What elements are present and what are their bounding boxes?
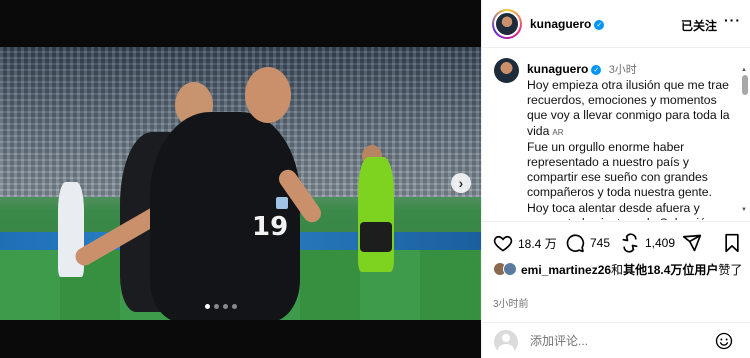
carousel-indicator	[205, 304, 237, 309]
author-avatar[interactable]	[492, 9, 522, 39]
share-button[interactable]	[682, 233, 702, 253]
liked-by-avatars	[493, 262, 521, 276]
post-timestamp[interactable]: 3小时前	[493, 295, 529, 310]
liked-by-summary: emi_martinez26和其他18.4万位用户赞了	[493, 262, 743, 278]
bookmark-icon	[725, 233, 739, 253]
comment-count: 745	[590, 236, 611, 250]
post-media-viewer: 19 ›	[0, 0, 481, 358]
carousel-dot	[223, 304, 228, 309]
comment-button[interactable]: 745	[565, 233, 610, 253]
caption-section: kunaguero ✓ 3小时 Hoy empieza otra ilusión …	[482, 49, 750, 220]
comment-input[interactable]	[530, 334, 700, 348]
share-icon	[682, 234, 702, 252]
liked-by-suffix: 赞了	[718, 263, 743, 277]
save-button[interactable]	[722, 233, 742, 253]
more-options-icon[interactable]: ···	[724, 12, 741, 28]
verified-badge-icon: ✓	[591, 65, 602, 75]
celebrating-player-head	[245, 67, 291, 123]
chevron-right-icon: ›	[458, 175, 464, 191]
repost-button[interactable]: 1,409	[620, 233, 675, 253]
translate-tag[interactable]: AR	[552, 128, 563, 137]
carousel-dot	[205, 304, 210, 309]
scroll-up-arrow-icon[interactable]: ▲	[741, 67, 747, 73]
author-avatar-image	[494, 11, 520, 37]
referee	[358, 157, 394, 272]
liker-avatar	[503, 262, 517, 276]
post-header: kunaguero ✓ 已关注 ···	[482, 0, 750, 48]
following-button[interactable]: 已关注	[681, 17, 717, 34]
heart-icon	[493, 235, 513, 252]
team-crest-icon	[276, 197, 288, 209]
other-likers-link[interactable]: 其他18.4万位用户	[623, 263, 718, 277]
action-bar: 18.4 万 745 1,409	[482, 221, 750, 261]
caption-time: 3小时	[608, 64, 637, 76]
caption-text: Hoy empieza otra ilusión que me trae rec…	[527, 78, 735, 220]
liked-by-connector: 和	[611, 263, 624, 277]
caption-header: kunaguero ✓ 3小时	[527, 61, 637, 77]
caption-paragraph-2: Fue un orgullo enorme haber representado…	[527, 139, 716, 220]
add-comment-bar	[482, 322, 750, 358]
jersey-number: 19	[252, 212, 289, 242]
scrollbar-thumb[interactable]	[742, 75, 748, 95]
instagram-post-modal: 19 › kunaguero ✓ 已关注 ··· kunaguero ✓ 3小时…	[0, 0, 750, 358]
carousel-dot	[232, 304, 237, 309]
caption-scrollbar[interactable]: ▲ ▼	[741, 67, 748, 218]
repost-count: 1,409	[645, 236, 676, 250]
carousel-next-button[interactable]: ›	[451, 173, 471, 193]
liker-username-link[interactable]: emi_martinez26	[521, 263, 611, 277]
like-count: 18.4 万	[518, 236, 557, 251]
author-username-link[interactable]: kunaguero ✓	[530, 17, 605, 31]
emoji-icon[interactable]	[715, 332, 733, 350]
post-photo: 19	[0, 47, 481, 320]
carousel-dot	[214, 304, 219, 309]
comment-icon	[566, 234, 585, 253]
caption-username[interactable]: kunaguero	[527, 62, 588, 76]
verified-badge-icon: ✓	[594, 20, 605, 30]
like-button[interactable]: 18.4 万	[493, 233, 557, 253]
scroll-down-arrow-icon[interactable]: ▼	[741, 207, 747, 213]
caption-author-avatar[interactable]	[494, 58, 519, 83]
current-user-avatar	[494, 330, 518, 354]
author-username: kunaguero	[530, 17, 592, 31]
post-side-panel: kunaguero ✓ 已关注 ··· kunaguero ✓ 3小时 Hoy em…	[481, 0, 750, 358]
repost-icon	[622, 233, 638, 253]
referee-shorts	[360, 222, 392, 252]
